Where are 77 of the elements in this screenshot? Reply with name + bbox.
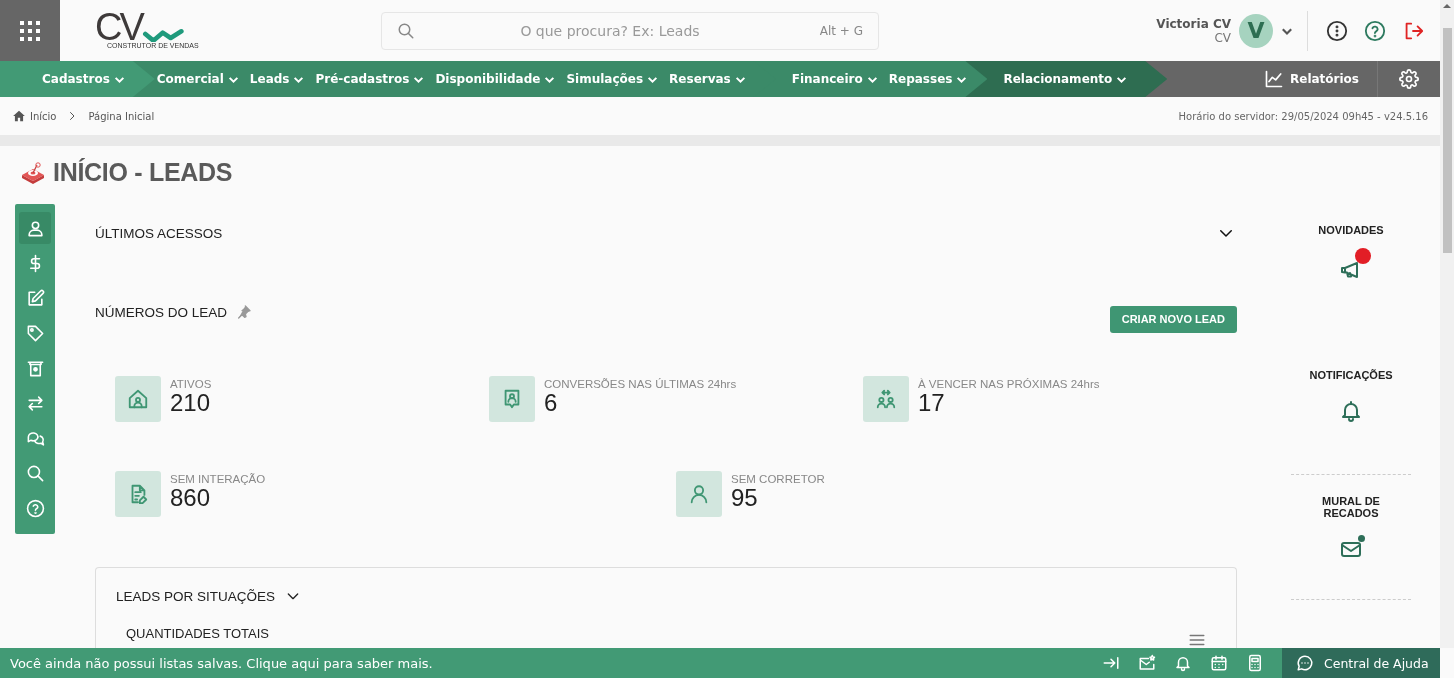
stat-label: CONVERSÕES NAS ÚLTIMAS 24hrs bbox=[544, 378, 737, 390]
stat-value: 210 bbox=[170, 390, 212, 416]
stat-label: SEM CORRETOR bbox=[731, 473, 825, 485]
page-title: INÍCIO - LEADS bbox=[53, 158, 233, 187]
panel-open-button[interactable] bbox=[1339, 399, 1363, 423]
help-center-button[interactable]: Central de Ajuda bbox=[1282, 648, 1440, 678]
menu-item[interactable]: Pré-cadastros bbox=[315, 72, 425, 86]
collapse-arrow-icon bbox=[1102, 654, 1120, 672]
stat-label: À VENCER NAS PRÓXIMAS 24hrs bbox=[918, 378, 1100, 390]
chat-dots-icon bbox=[1296, 654, 1314, 672]
stat-value: 6 bbox=[544, 390, 559, 416]
section-title: ÚLTIMOS ACESSOS bbox=[95, 225, 223, 241]
stat-value: 95 bbox=[731, 485, 759, 511]
menu-item[interactable]: Financeiro bbox=[791, 72, 878, 86]
calculator-icon bbox=[1246, 654, 1264, 672]
people-arrows-icon bbox=[875, 388, 897, 410]
user-company: CV bbox=[1214, 30, 1231, 45]
create-lead-button[interactable]: CRIAR NOVO LEAD bbox=[1109, 305, 1237, 333]
pin-icon bbox=[236, 304, 253, 320]
home-icon bbox=[12, 109, 26, 123]
logo-wave-icon bbox=[141, 26, 186, 42]
breadcrumb-current: Página Inicial bbox=[88, 110, 155, 122]
breadcrumb-home-link[interactable]: Início bbox=[12, 109, 57, 123]
footer-tool-button[interactable] bbox=[1174, 654, 1192, 672]
apps-menu-button[interactable] bbox=[0, 0, 60, 61]
edit-icon bbox=[25, 288, 45, 308]
help-button[interactable] bbox=[1364, 19, 1386, 42]
stat-label: ATIVOS bbox=[170, 378, 212, 390]
shortcut-hint: Alt + G bbox=[819, 23, 863, 38]
menu-item[interactable]: Disponibilidade bbox=[435, 72, 556, 86]
user-name: Victoria CV bbox=[1156, 16, 1231, 31]
swap-arrows-icon bbox=[25, 393, 45, 413]
footer-tool-button[interactable] bbox=[1210, 654, 1228, 672]
help-icon bbox=[1364, 19, 1386, 42]
menu-item[interactable]: Comercial bbox=[156, 72, 239, 86]
mail-star-icon bbox=[1138, 654, 1156, 672]
logo-letters: CV bbox=[95, 12, 142, 42]
user-avatar[interactable]: V bbox=[1239, 13, 1273, 48]
menu-item[interactable]: Relacionamento bbox=[1003, 72, 1128, 86]
chart-subtitle: QUANTIDADES TOTAIS bbox=[126, 626, 270, 641]
section-title: NÚMEROS DO LEAD bbox=[95, 304, 228, 320]
footer-tool-button[interactable] bbox=[1138, 654, 1156, 672]
reports-link[interactable]: Relatórios bbox=[1246, 61, 1378, 97]
atm-icon bbox=[25, 358, 45, 378]
help-icon bbox=[25, 498, 45, 518]
server-time: Horário do servidor: 29/05/2024 09h45 - v24.5.16 bbox=[1178, 110, 1428, 122]
menu-item[interactable]: Leads bbox=[249, 72, 305, 86]
more-options-button[interactable] bbox=[1326, 19, 1348, 42]
menu-item[interactable]: Reservas bbox=[669, 72, 746, 86]
target-icon bbox=[20, 161, 46, 184]
side-toolbar-button[interactable] bbox=[19, 212, 51, 244]
panel-heading: MURAL DE RECADOS bbox=[1321, 495, 1381, 519]
search-icon bbox=[25, 463, 45, 483]
menu-item[interactable]: Repasses bbox=[888, 72, 968, 86]
house-person-icon bbox=[127, 388, 149, 410]
calendar-icon bbox=[1210, 654, 1228, 672]
bell-icon bbox=[1174, 654, 1192, 672]
more-options-icon bbox=[1326, 19, 1348, 42]
panel-heading: NOTIFICAÇÕES bbox=[1308, 369, 1394, 381]
stat-value: 17 bbox=[918, 390, 946, 416]
bell-icon bbox=[1339, 399, 1363, 423]
stat-label: SEM INTERAÇÃO bbox=[170, 473, 266, 485]
menu-item[interactable]: Simulações bbox=[566, 72, 659, 86]
tag-icon bbox=[25, 323, 45, 343]
stat-value: 860 bbox=[170, 485, 211, 511]
search-icon bbox=[397, 21, 415, 40]
settings-icon bbox=[1399, 69, 1419, 89]
footer-tool-button[interactable] bbox=[1102, 654, 1120, 672]
person-icon bbox=[688, 483, 710, 505]
panel-heading: NOVIDADES bbox=[1317, 224, 1385, 236]
apps-grid-icon bbox=[18, 18, 42, 43]
saved-lists-message[interactable]: Você ainda não possui listas salvas. Clique aqui para saber mais. bbox=[10, 655, 433, 671]
line-chart-icon bbox=[1264, 69, 1284, 89]
footer-tool-button[interactable] bbox=[1246, 654, 1264, 672]
menu-item[interactable]: Cadastros bbox=[42, 72, 125, 86]
panel-title: LEADS POR SITUAÇÕES bbox=[116, 588, 276, 604]
person-icon bbox=[25, 218, 45, 238]
